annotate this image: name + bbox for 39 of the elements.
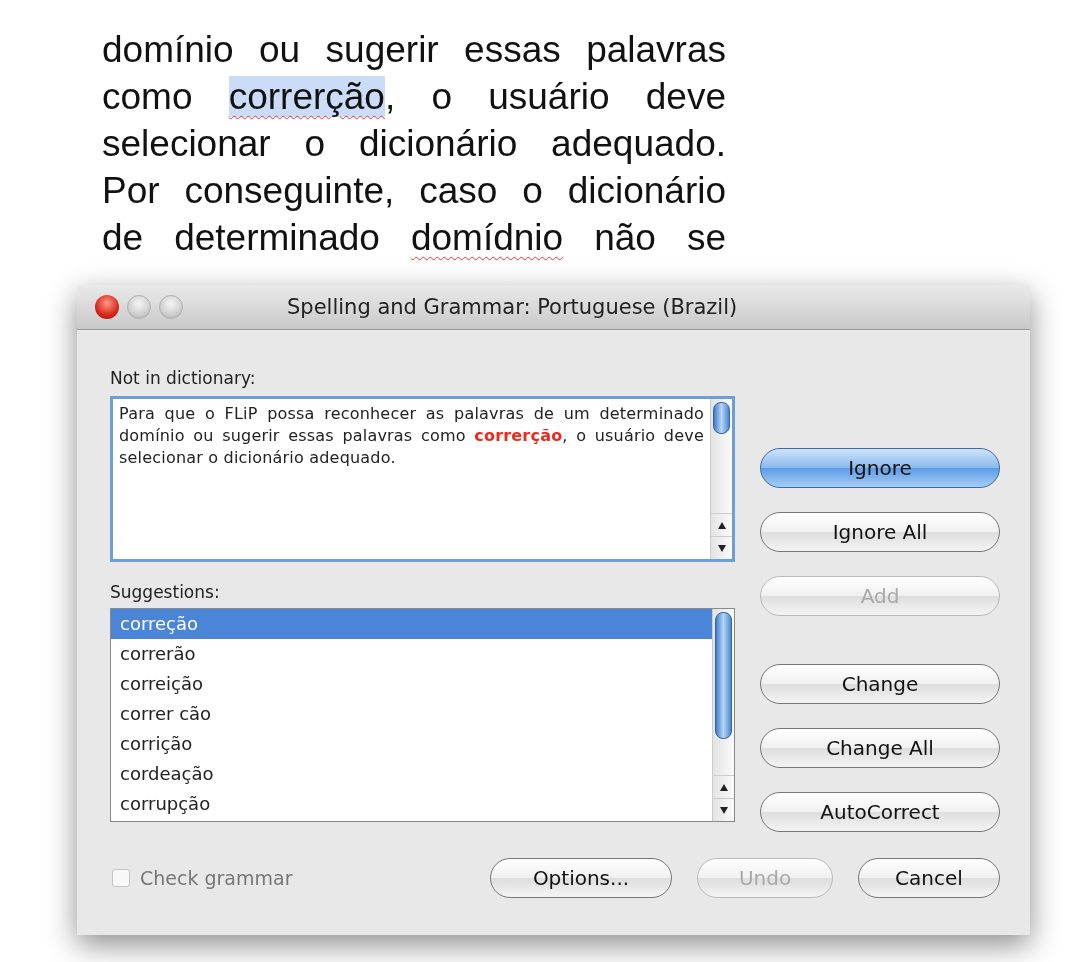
- list-label: Suggestions:: [110, 582, 221, 602]
- suggestions-list[interactable]: correção correrão correição correr cão corrição cordeação corrupção: [110, 608, 735, 822]
- checkbox-label: Check grammar: [140, 867, 293, 889]
- suggestion-item[interactable]: correr cão: [111, 699, 712, 729]
- scroll-down-icon[interactable]: [717, 544, 726, 552]
- dialog-button[interactable]: AutoCorrect: [760, 792, 1000, 832]
- scroll-thumb[interactable]: [713, 402, 730, 434]
- suggestion-item[interactable]: correição: [111, 669, 712, 699]
- suggestion-item[interactable]: cordeação: [111, 759, 712, 789]
- document-text: domínio ou sugerir essas palavras: [102, 29, 726, 70]
- sentence-field[interactable]: Para que o FLiP possa reconhecer as palavras de um determinado domínio ou sugerir essas palavras como correrção, o usuário deve selecionar o dicionário adequado.: [110, 396, 735, 562]
- scroll-up-icon[interactable]: [719, 783, 728, 791]
- document-text: Por conseguinte, caso o dicionário: [102, 170, 726, 211]
- scroll-down-icon[interactable]: [719, 806, 728, 814]
- suggestion-item[interactable]: corrupção: [111, 789, 712, 819]
- document-text: selecionar o dicionário adequado.: [102, 123, 726, 164]
- sentence-text: Para que o FLiP possa reconhecer as palavras de um determinado domínio ou sugerir essas palavras como correrção, o usuário deve selecionar o dicionário adequado.: [118, 403, 705, 469]
- window-title: Spelling and Grammar: Portuguese (Brazil): [287, 295, 738, 319]
- document-text: como: [102, 76, 194, 117]
- dialog-button[interactable]: Ignore All: [760, 512, 1000, 552]
- dialog-button[interactable]: Cancel: [858, 858, 1000, 898]
- dialog-button[interactable]: Change: [760, 664, 1000, 704]
- dialog-button[interactable]: Options...: [490, 858, 672, 898]
- scroll-up-icon[interactable]: [717, 521, 726, 529]
- field-label: Not in dictionary:: [110, 368, 257, 388]
- document-text: de determinado: [102, 217, 381, 258]
- dialog-button[interactable]: Ignore: [760, 448, 1000, 488]
- misspelled-word: domídnio: [410, 217, 564, 258]
- document-text: não se: [593, 217, 726, 258]
- suggestion-item[interactable]: corrição: [111, 729, 712, 759]
- suggestion-item[interactable]: correção: [111, 609, 712, 639]
- scrollbar[interactable]: [712, 609, 734, 821]
- suggestion-item[interactable]: correrão: [111, 639, 712, 669]
- close-icon[interactable]: [95, 295, 119, 319]
- scroll-thumb[interactable]: [715, 612, 732, 739]
- misspelled-word: correrção: [228, 76, 385, 117]
- document-text: , o usuário deve: [384, 76, 726, 117]
- dialog-button[interactable]: Change All: [760, 728, 1000, 768]
- scrollbar[interactable]: [710, 399, 732, 559]
